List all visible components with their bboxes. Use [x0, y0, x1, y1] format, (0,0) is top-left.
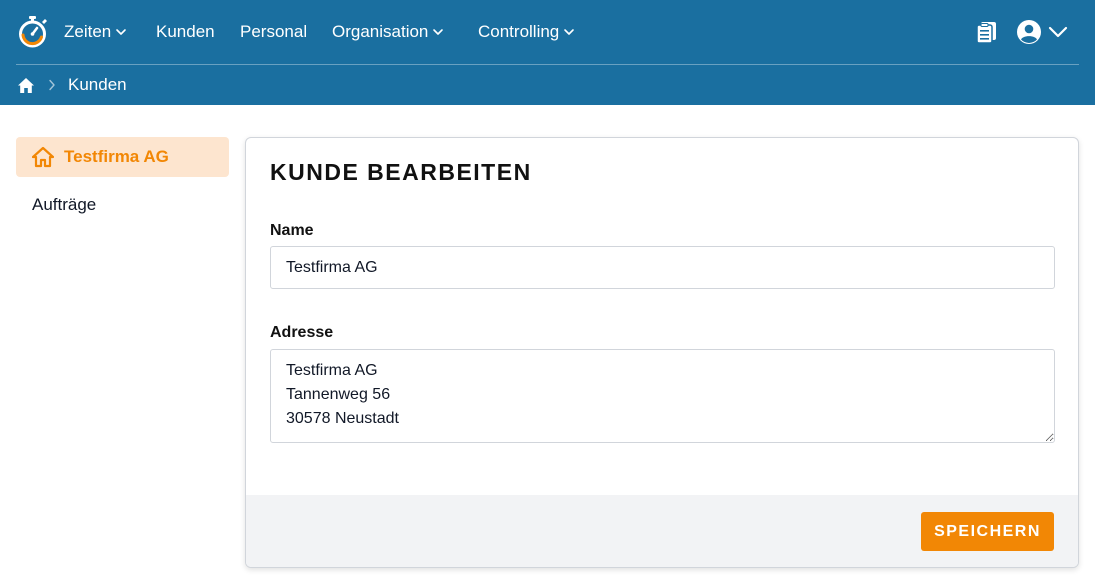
home-icon[interactable] — [17, 77, 35, 94]
nav-organisation-label: Organisation — [332, 22, 429, 41]
main-nav: Zeiten Kunden Personal Organisation Cont… — [0, 0, 1095, 64]
breadcrumb-kunden[interactable]: Kunden — [68, 73, 127, 97]
sidebar-item-label: Testfirma AG — [64, 147, 169, 166]
sidebar-item-auftraege[interactable]: Aufträge — [32, 194, 96, 216]
name-field[interactable] — [270, 246, 1055, 289]
sidebar-item-testfirma[interactable]: Testfirma AG — [16, 137, 229, 177]
top-navigation-bar: Zeiten Kunden Personal Organisation Cont… — [0, 0, 1095, 105]
stopwatch-logo-icon[interactable] — [17, 15, 48, 49]
chevron-down-icon — [564, 29, 575, 35]
nav-zeiten[interactable]: Zeiten — [64, 20, 127, 44]
address-label: Adresse — [270, 324, 334, 341]
name-label: Name — [270, 222, 314, 239]
house-icon — [32, 146, 54, 168]
page-title: KUNDE BEARBEITEN — [270, 159, 532, 185]
chevron-down-icon — [433, 29, 444, 35]
nav-organisation[interactable]: Organisation — [332, 20, 444, 44]
nav-controlling-label: Controlling — [478, 22, 560, 41]
nav-personal-label: Personal — [240, 22, 308, 41]
user-circle-icon[interactable] — [1016, 19, 1042, 45]
nav-kunden[interactable]: Kunden — [156, 20, 215, 44]
nav-kunden-label: Kunden — [156, 22, 215, 41]
breadcrumb: Kunden — [0, 72, 1095, 98]
chevron-down-icon — [116, 29, 127, 35]
chevron-right-icon — [49, 79, 55, 91]
clipboard-icon[interactable] — [976, 20, 998, 44]
address-field[interactable]: Testfirma AG Tannenweg 56 30578 Neustadt — [270, 349, 1055, 443]
nav-personal[interactable]: Personal — [240, 20, 307, 44]
edit-customer-card: KUNDE BEARBEITEN Name Adresse Testfirma … — [245, 137, 1079, 568]
nav-zeiten-label: Zeiten — [64, 22, 112, 41]
save-button[interactable]: SPEICHERN — [921, 512, 1054, 551]
chevron-down-icon[interactable] — [1047, 24, 1069, 40]
nav-controlling[interactable]: Controlling — [478, 20, 575, 44]
nav-divider — [16, 64, 1079, 65]
card-footer: SPEICHERN — [246, 495, 1078, 567]
